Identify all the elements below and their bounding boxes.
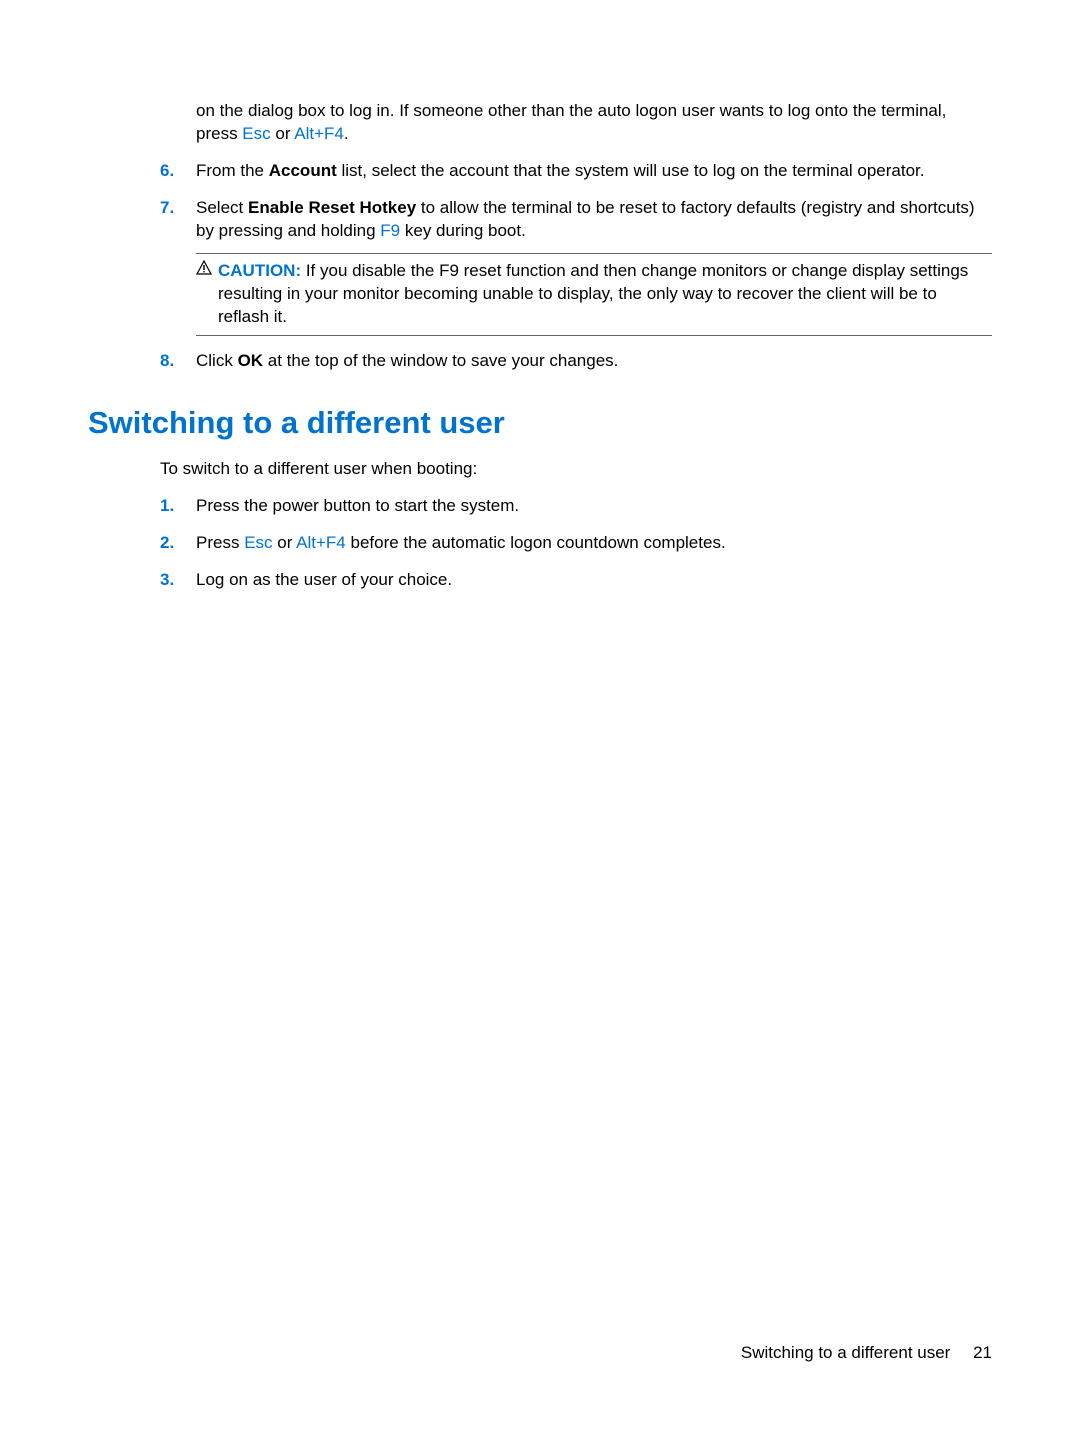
list-number: 2. (160, 532, 196, 555)
text: or (273, 533, 297, 552)
continuation-paragraph: on the dialog box to log in. If someone … (196, 100, 992, 146)
list-number: 3. (160, 569, 196, 592)
page-footer: Switching to a different user 21 (741, 1342, 992, 1365)
list-body: Click OK at the top of the window to sav… (196, 350, 992, 373)
text: . (344, 124, 349, 143)
caution-box: CAUTION: If you disable the F9 reset fun… (196, 253, 992, 336)
ordered-list-lower: 1.Press the power button to start the sy… (160, 495, 992, 592)
keyboard-key: F9 (380, 221, 400, 240)
list-item: 6.From the Account list, select the acco… (160, 160, 992, 183)
text: before the automatic logon countdown com… (346, 533, 726, 552)
list-item: 3.Log on as the user of your choice. (160, 569, 992, 592)
keyboard-key: Esc (244, 533, 272, 552)
list-number: 6. (160, 160, 196, 183)
ordered-list-upper: 6.From the Account list, select the acco… (160, 160, 992, 243)
list-item: 2.Press Esc or Alt+F4 before the automat… (160, 532, 992, 555)
bold-text: OK (238, 351, 264, 370)
list-item: 1.Press the power button to start the sy… (160, 495, 992, 518)
text: key during boot. (400, 221, 526, 240)
text: or (271, 124, 295, 143)
text: From the (196, 161, 269, 180)
footer-title: Switching to a different user (741, 1343, 950, 1362)
list-number: 1. (160, 495, 196, 518)
text: at the top of the window to save your ch… (263, 351, 618, 370)
text: Click (196, 351, 238, 370)
list-body: From the Account list, select the accoun… (196, 160, 992, 183)
text: Select (196, 198, 248, 217)
list-body: Press the power button to start the syst… (196, 495, 992, 518)
key-altf4: Alt+F4 (294, 124, 344, 143)
text: Press the power button to start the syst… (196, 496, 519, 515)
keyboard-key: Alt+F4 (296, 533, 346, 552)
section-heading: Switching to a different user (88, 402, 992, 444)
list-number: 7. (160, 197, 196, 243)
caution-body: If you disable the F9 reset function and… (218, 261, 968, 326)
list-body: Select Enable Reset Hotkey to allow the … (196, 197, 992, 243)
text: Log on as the user of your choice. (196, 570, 452, 589)
intro-text: To switch to a different user when booti… (160, 458, 992, 481)
list-item: 8. Click OK at the top of the window to … (160, 350, 992, 373)
caution-icon (196, 260, 218, 283)
text: list, select the account that the system… (337, 161, 925, 180)
list-item: 7.Select Enable Reset Hotkey to allow th… (160, 197, 992, 243)
text: Press (196, 533, 244, 552)
caution-label: CAUTION: (218, 261, 301, 280)
key-esc: Esc (242, 124, 270, 143)
list-body: Press Esc or Alt+F4 before the automatic… (196, 532, 992, 555)
caution-text: CAUTION: If you disable the F9 reset fun… (218, 260, 992, 329)
list-body: Log on as the user of your choice. (196, 569, 992, 592)
bold-text: Enable Reset Hotkey (248, 198, 416, 217)
bold-text: Account (269, 161, 337, 180)
list-number: 8. (160, 350, 196, 373)
page-number: 21 (973, 1343, 992, 1362)
